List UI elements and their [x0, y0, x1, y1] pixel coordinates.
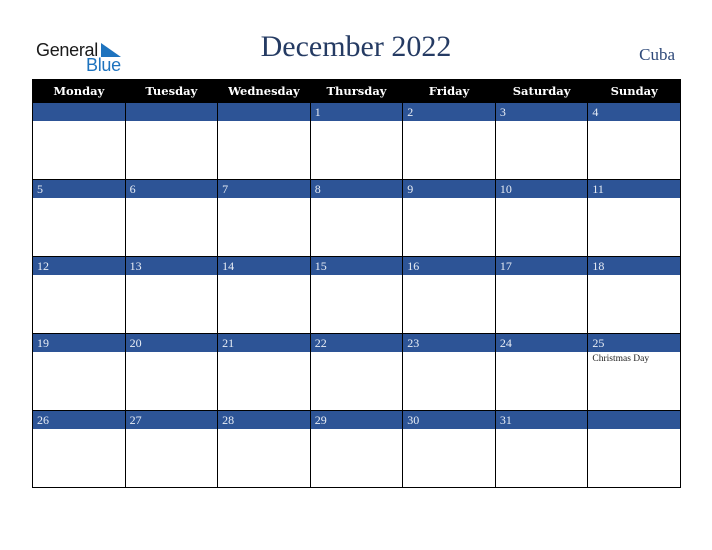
calendar-grid: Monday Tuesday Wednesday Thursday Friday Satu…	[32, 79, 681, 488]
day-number: 19	[33, 334, 125, 352]
day-number	[218, 103, 310, 121]
day-cell[interactable]: 27	[124, 410, 219, 488]
day-cell[interactable]: 13	[124, 256, 219, 334]
day-cell[interactable]: 21	[217, 333, 311, 411]
weekday-header-wednesday: Wednesday	[217, 79, 311, 103]
day-number: 11	[588, 180, 680, 198]
day-number: 28	[218, 411, 310, 429]
day-cell[interactable]: 18	[587, 256, 681, 334]
weekday-header-saturday: Saturday	[494, 79, 589, 103]
day-cell[interactable]	[32, 102, 126, 180]
day-number	[588, 411, 680, 429]
day-cell[interactable]: 29	[309, 410, 404, 488]
day-number: 20	[125, 334, 218, 352]
day-number: 4	[588, 103, 680, 121]
holiday-event: Christmas Day	[592, 354, 650, 364]
week-row: 26 27 28 29 30 31	[32, 410, 681, 488]
day-number: 30	[403, 411, 495, 429]
day-number: 24	[495, 334, 588, 352]
week-row: 12 13 14 15 16 17 18	[32, 256, 681, 334]
day-cell[interactable]: 16	[402, 256, 496, 334]
day-cell[interactable]: 10	[494, 179, 589, 257]
day-number: 1	[310, 103, 403, 121]
day-number: 25	[588, 334, 680, 352]
day-number: 15	[310, 257, 403, 275]
day-cell[interactable]: 12	[32, 256, 126, 334]
day-cell[interactable]: 1	[309, 102, 404, 180]
day-number: 31	[495, 411, 588, 429]
day-cell[interactable]: 28	[217, 410, 311, 488]
country-label: Cuba	[639, 45, 675, 64]
day-number: 14	[218, 257, 310, 275]
day-cell[interactable]: 5	[32, 179, 126, 257]
day-cell[interactable]	[124, 102, 219, 180]
day-cell[interactable]: 24	[494, 333, 589, 411]
day-cell[interactable]: 20	[124, 333, 219, 411]
day-cell[interactable]: 30	[402, 410, 496, 488]
week-row: 5 6 7 8 9 10 11	[32, 179, 681, 257]
day-cell[interactable]: 6	[124, 179, 219, 257]
day-number	[33, 103, 125, 121]
day-number	[125, 103, 218, 121]
day-cell[interactable]: 2	[402, 102, 496, 180]
day-cell[interactable]	[217, 102, 311, 180]
day-number: 10	[495, 180, 588, 198]
day-cell[interactable]: 7	[217, 179, 311, 257]
day-cell[interactable]: 8	[309, 179, 404, 257]
weekday-header-tuesday: Tuesday	[124, 79, 219, 103]
week-row: 1234	[32, 102, 681, 180]
day-cell[interactable]: 3	[494, 102, 589, 180]
day-cell[interactable]: 22	[309, 333, 404, 411]
day-number: 17	[495, 257, 588, 275]
day-cell[interactable]: 19	[32, 333, 126, 411]
day-number: 5	[33, 180, 125, 198]
day-number: 2	[403, 103, 495, 121]
day-cell[interactable]: 15	[309, 256, 404, 334]
weekday-header-monday: Monday	[32, 79, 126, 103]
weekday-header-thursday: Thursday	[309, 79, 404, 103]
day-number: 12	[33, 257, 125, 275]
day-cell[interactable]: 9	[402, 179, 496, 257]
day-number: 18	[588, 257, 680, 275]
day-cell[interactable]: 23	[402, 333, 496, 411]
day-number: 8	[310, 180, 403, 198]
day-cell[interactable]: 31	[494, 410, 589, 488]
day-number: 27	[125, 411, 218, 429]
day-number: 7	[218, 180, 310, 198]
day-number: 21	[218, 334, 310, 352]
day-cell[interactable]	[587, 410, 681, 488]
day-number: 23	[403, 334, 495, 352]
day-cell[interactable]: 4	[587, 102, 681, 180]
weekday-header-sunday: Sunday	[587, 79, 681, 103]
day-number: 3	[495, 103, 588, 121]
day-cell[interactable]: 26	[32, 410, 126, 488]
day-cell[interactable]: 11	[587, 179, 681, 257]
day-number: 6	[125, 180, 218, 198]
day-number: 16	[403, 257, 495, 275]
weekday-header-row: Monday Tuesday Wednesday Thursday Friday Satu…	[32, 79, 681, 103]
day-number: 22	[310, 334, 403, 352]
page-title: December 2022	[260, 30, 452, 63]
weekday-header-friday: Friday	[402, 79, 496, 103]
week-row: 19 20 21 22 23 24 25 Christmas Day	[32, 333, 681, 411]
day-number: 29	[310, 411, 403, 429]
day-cell[interactable]: 14	[217, 256, 311, 334]
day-cell[interactable]: 25 Christmas Day	[587, 333, 681, 411]
day-number: 26	[33, 411, 125, 429]
day-cell[interactable]: 17	[494, 256, 589, 334]
day-number: 9	[403, 180, 495, 198]
day-number: 13	[125, 257, 218, 275]
